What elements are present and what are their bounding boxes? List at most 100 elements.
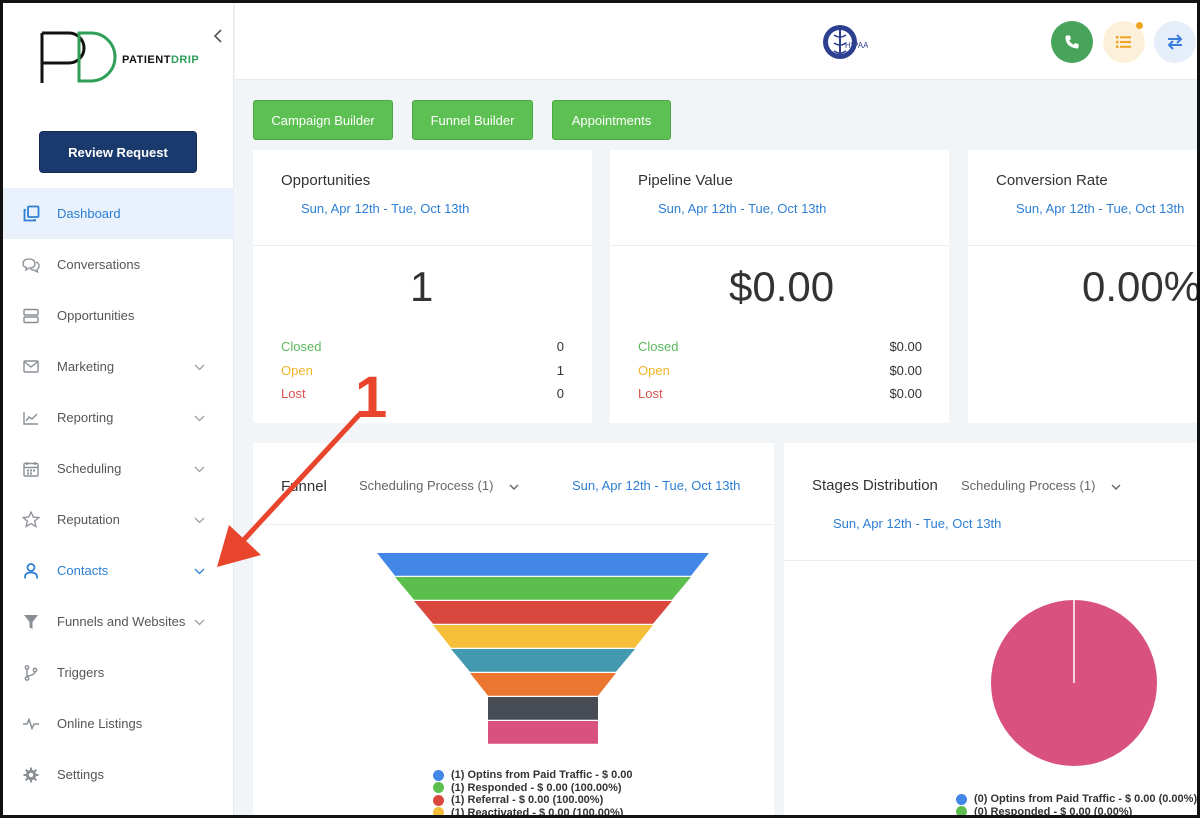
sidebar-item-settings[interactable]: Settings <box>3 749 234 800</box>
big-value: 0.00% <box>1082 263 1200 310</box>
sidebar-item-reputation[interactable]: Reputation <box>3 494 234 545</box>
legend-swatch <box>956 806 967 815</box>
big-value: $0.00 <box>729 263 835 310</box>
appointments-button[interactable]: Appointments <box>552 100 671 140</box>
sidebar-item-label: Reputation <box>57 512 120 527</box>
legend-item[interactable]: (1) Optins from Paid Traffic - $ 0.00 <box>433 769 633 782</box>
funnel-legend: (1) Optins from Paid Traffic - $ 0.00 (1)… <box>433 769 633 818</box>
copy-icon <box>21 204 41 224</box>
lost-row: Lost $0.00 <box>638 386 922 401</box>
review-request-button[interactable]: Review Request <box>39 131 197 173</box>
stages-distribution-panel: Stages Distribution Scheduling Process (… <box>784 443 1197 818</box>
card-title: Opportunities <box>281 172 371 189</box>
sidebar-item-reporting[interactable]: Reporting <box>3 392 234 443</box>
pipeline-select[interactable]: Scheduling Process (1) <box>961 478 1121 493</box>
legend-label: (1) Responded - $ 0.00 (100.00%) <box>451 781 622 794</box>
sidebar-item-label: Funnels and Websites <box>57 614 186 629</box>
sidebar-item-label: Dashboard <box>57 206 121 221</box>
sidebar-item-conversations[interactable]: Conversations <box>3 239 234 290</box>
user-icon <box>21 561 41 581</box>
sidebar-item-label: Conversations <box>57 257 141 272</box>
legend-label: (1) Optins from Paid Traffic - $ 0.00 <box>451 769 633 782</box>
date-range[interactable]: Sun, Apr 12th - Tue, Oct 13th <box>658 201 826 216</box>
card-title: Conversion Rate <box>996 172 1108 189</box>
legend-item[interactable]: (1) Referral - $ 0.00 (100.00%) <box>433 794 633 807</box>
legend-item[interactable]: (1) Responded - $ 0.00 (100.00%) <box>433 782 633 795</box>
legend-swatch <box>433 782 444 794</box>
sidebar-item-label: Marketing <box>57 359 115 374</box>
legend-item[interactable]: (1) Reactivated - $ 0.00 (100.00%) <box>433 806 633 818</box>
sidebar-item-opportunities[interactable]: Opportunities <box>3 290 234 341</box>
date-range[interactable]: Sun, Apr 12th - Tue, Oct 13th <box>301 201 469 216</box>
sidebar-item-online-listings[interactable]: Online Listings <box>3 698 234 749</box>
open-row: Open $0.00 <box>638 363 922 378</box>
stages-legend: (0) Optins from Paid Traffic - $ 0.00 (0… <box>956 793 1197 818</box>
sidebar-item-label: Contacts <box>57 563 109 578</box>
sidebar-item-funnels-and-websites[interactable]: Funnels and Websites <box>3 596 234 647</box>
sidebar-item-scheduling[interactable]: Scheduling <box>3 443 234 494</box>
sidebar-item-label: Settings <box>57 767 104 782</box>
legend-swatch <box>433 807 444 815</box>
gear-icon <box>21 765 41 785</box>
line-chart-icon <box>21 408 41 428</box>
closed-row: Closed $0.00 <box>638 339 922 354</box>
legend-swatch <box>433 769 444 781</box>
switch-account-button[interactable] <box>1154 21 1196 63</box>
sidebar-item-triggers[interactable]: Triggers <box>3 647 234 698</box>
legend-item[interactable]: (0) Optins from Paid Traffic - $ 0.00 (0… <box>956 793 1197 806</box>
legend-item[interactable]: (0) Responded - $ 0.00 (0.00%) <box>956 805 1197 818</box>
stack-icon <box>21 306 41 326</box>
swap-arrows-icon <box>1167 34 1183 50</box>
phone-button[interactable] <box>1051 21 1093 63</box>
notification-dot <box>1136 22 1143 29</box>
legend-swatch <box>433 794 444 806</box>
svg-text:HIPAA: HIPAA <box>845 41 868 50</box>
stages-pie-chart <box>991 600 1157 766</box>
calendar-icon <box>21 459 41 479</box>
chevron-down-icon <box>1111 484 1121 490</box>
chevron-down-icon <box>509 484 519 490</box>
sidebar-item-marketing[interactable]: Marketing <box>3 341 234 392</box>
pulse-icon <box>21 714 41 734</box>
pipeline-value-card: Pipeline Value Sun, Apr 12th - Tue, Oct … <box>610 150 949 423</box>
logo-wordmark: PATIENTDRIP <box>122 54 200 66</box>
funnel-stage <box>451 649 635 672</box>
date-range[interactable]: Sun, Apr 12th - Tue, Oct 13th <box>833 516 1001 531</box>
legend-label: (1) Reactivated - $ 0.00 (100.00%) <box>451 806 624 818</box>
campaign-builder-button[interactable]: Campaign Builder <box>253 100 393 140</box>
sidebar-item-label: Triggers <box>57 665 105 680</box>
funnel-chart <box>377 553 709 744</box>
big-value: 1 <box>410 263 434 310</box>
legend-swatch <box>956 793 967 805</box>
legend-label: (1) Referral - $ 0.00 (100.00%) <box>451 794 604 807</box>
collapse-sidebar-icon[interactable] <box>213 29 223 48</box>
stages-title: Stages Distribution <box>812 477 938 494</box>
app-window: PATIENTDRIP Review Request Dashboard Conv… <box>0 0 1200 818</box>
list-icon <box>1116 36 1131 48</box>
phone-icon <box>1065 35 1079 49</box>
filter-icon <box>21 612 41 632</box>
date-range[interactable]: Sun, Apr 12th - Tue, Oct 13th <box>572 478 740 493</box>
funnel-stage <box>433 625 653 648</box>
funnel-builder-button[interactable]: Funnel Builder <box>412 100 533 140</box>
date-range[interactable]: Sun, Apr 12th - Tue, Oct 13th <box>1016 201 1184 216</box>
card-title: Pipeline Value <box>638 172 733 189</box>
star-icon <box>21 510 41 530</box>
sidebar-nav: Dashboard Conversations Opportunities Marke… <box>3 188 234 800</box>
funnel-stage <box>488 697 598 720</box>
conversion-rate-card: Conversion Rate Sun, Apr 12th - Tue, Oct… <box>968 150 1200 423</box>
legend-label: (0) Responded - $ 0.00 (0.00%) <box>974 805 1133 818</box>
annotation-number: 1 <box>355 365 388 430</box>
tasks-button[interactable] <box>1103 21 1145 63</box>
envelope-icon <box>21 357 41 377</box>
chevron-down-icon[interactable] <box>194 614 205 629</box>
funnel-stage <box>395 577 691 600</box>
funnel-stage <box>414 601 672 624</box>
sidebar-item-contacts[interactable]: Contacts <box>3 545 234 596</box>
funnel-stage <box>470 673 616 696</box>
patientdrip-logo[interactable]: PATIENTDRIP <box>39 31 209 87</box>
funnel-stage <box>488 721 598 744</box>
sidebar-item-dashboard[interactable]: Dashboard <box>3 188 234 239</box>
top-bar: HIPAA <box>235 3 1197 80</box>
sidebar-item-label: Opportunities <box>57 308 135 323</box>
